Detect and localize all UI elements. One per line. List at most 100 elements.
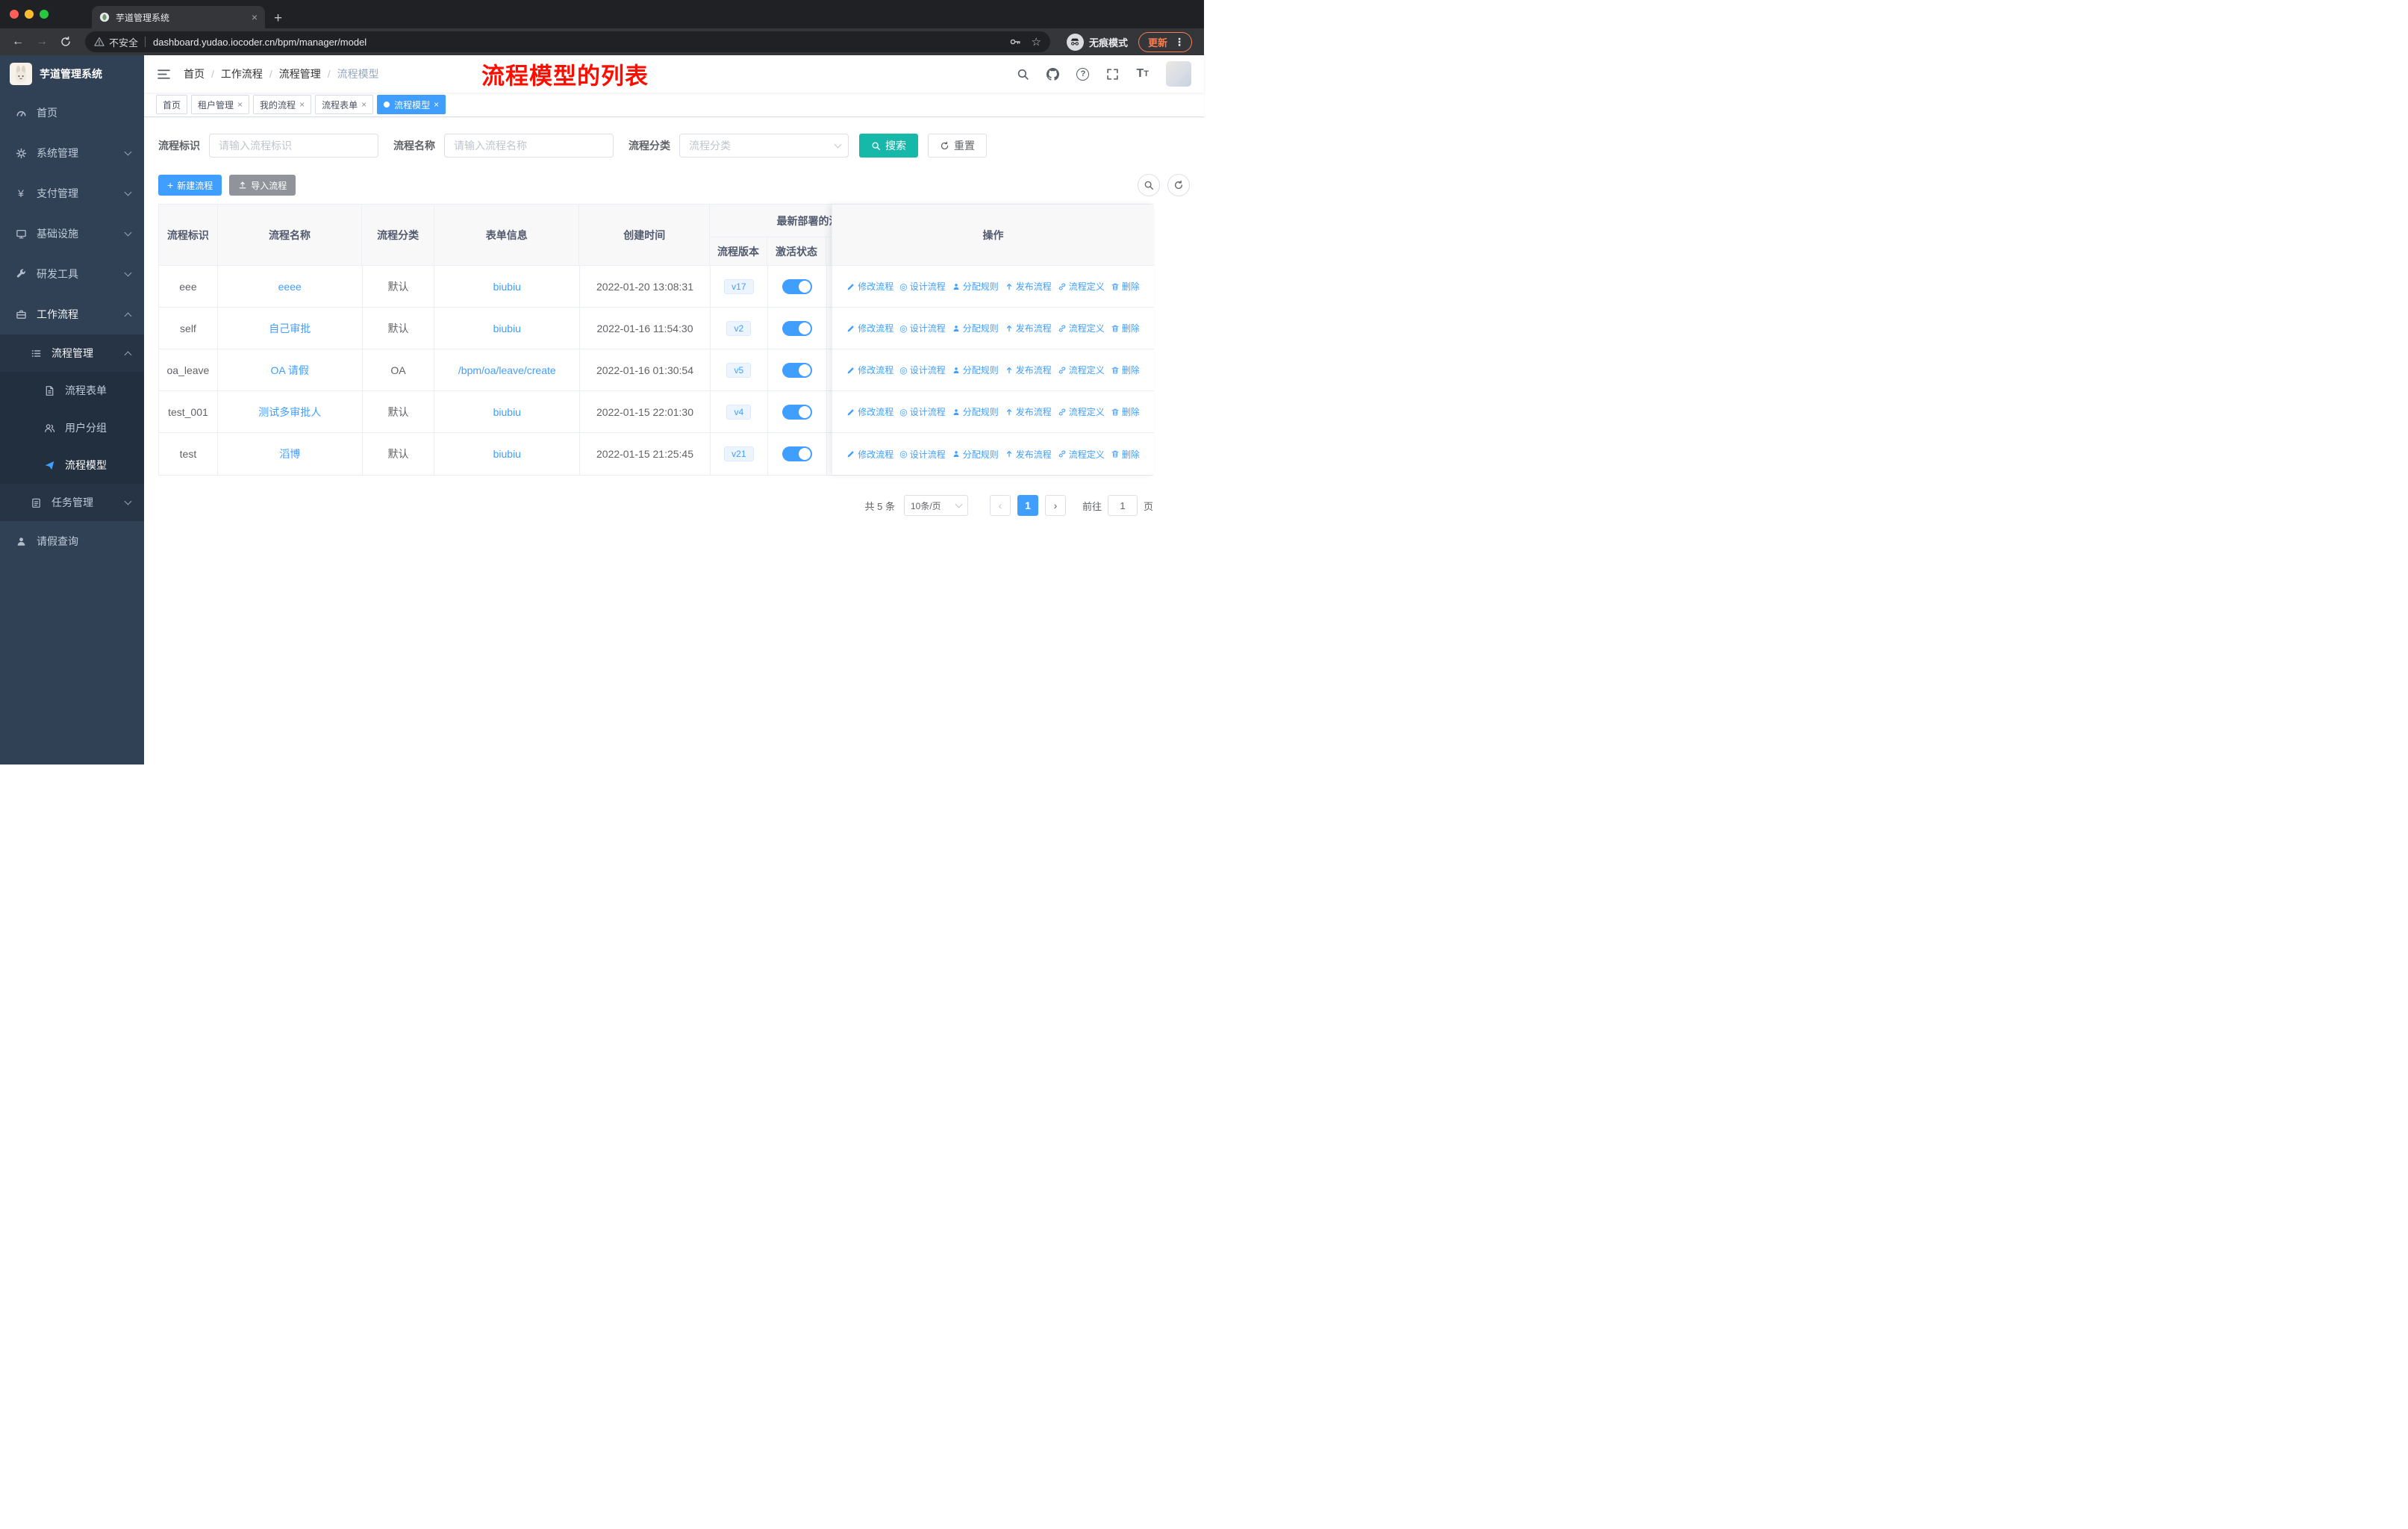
goto-page-input[interactable] [1107,495,1138,516]
sidebar-item-process-management[interactable]: 流程管理 [0,334,144,372]
toggle-search-button[interactable] [1138,174,1160,196]
delete-link[interactable]: 删除 [1111,364,1140,376]
bookmark-star-icon[interactable]: ☆ [1032,35,1041,49]
tag-tenant-management[interactable]: 租户管理 × [191,95,250,114]
process-name-link[interactable]: eeee [278,281,302,293]
publish-process-link[interactable]: 发布流程 [1005,405,1052,418]
tag-home[interactable]: 首页 [156,95,188,114]
browser-tab[interactable]: 芋道管理系统 × [92,6,265,28]
process-definition-link[interactable]: 流程定义 [1058,364,1105,376]
sidebar-item-leave-query[interactable]: 请假查询 [0,521,144,561]
tag-close-icon[interactable]: × [237,99,243,110]
hamburger-icon[interactable] [157,68,171,81]
delete-link[interactable]: 删除 [1111,405,1140,418]
active-toggle[interactable] [782,446,812,461]
process-definition-link[interactable]: 流程定义 [1058,405,1105,418]
delete-link[interactable]: 删除 [1111,280,1140,293]
sidebar-item-infrastructure[interactable]: 基础设施 [0,214,144,254]
sidebar-item-payment[interactable]: ¥ 支付管理 [0,173,144,214]
form-info-link[interactable]: biubiu [493,323,521,334]
assign-rule-link[interactable]: 分配规则 [952,280,999,293]
browser-menu-dots-icon[interactable]: ⋮ [1174,36,1185,49]
forward-button[interactable]: → [31,35,52,49]
font-size-icon[interactable]: TT [1136,68,1149,80]
form-info-link[interactable]: biubiu [493,281,521,293]
process-category-select[interactable]: 流程分类 [679,134,849,158]
edit-process-link[interactable]: 修改流程 [846,322,893,334]
page-number-1[interactable]: 1 [1017,495,1038,516]
sidebar-logo[interactable]: 芋道管理系统 [0,55,144,93]
form-info-link[interactable]: biubiu [493,448,521,460]
process-name-input[interactable] [444,134,614,158]
reload-button[interactable] [55,36,76,48]
import-process-button[interactable]: 导入流程 [229,175,296,196]
breadcrumb-workflow[interactable]: 工作流程 [221,66,263,81]
tag-process-model[interactable]: 流程模型 × [377,95,446,114]
form-info-link[interactable]: biubiu [493,406,521,418]
sidebar-item-devtools[interactable]: 研发工具 [0,254,144,294]
process-name-link[interactable]: 自己审批 [269,321,311,336]
delete-link[interactable]: 删除 [1111,448,1140,461]
design-process-link[interactable]: ◎ 设计流程 [899,405,946,418]
tag-close-icon[interactable]: × [434,99,439,110]
process-name-link[interactable]: 滔博 [279,446,300,461]
active-toggle[interactable] [782,320,812,336]
active-toggle[interactable] [782,362,812,378]
assign-rule-link[interactable]: 分配规则 [952,322,999,334]
create-process-button[interactable]: + 新建流程 [158,175,222,196]
close-window-button[interactable] [10,10,19,19]
process-definition-link[interactable]: 流程定义 [1058,280,1105,293]
sidebar-item-process-model[interactable]: 流程模型 [0,446,144,484]
process-definition-link[interactable]: 流程定义 [1058,322,1105,334]
next-page-button[interactable]: › [1044,495,1066,516]
sidebar-item-home[interactable]: 首页 [0,93,144,133]
publish-process-link[interactable]: 发布流程 [1005,448,1052,461]
sidebar-item-workflow[interactable]: 工作流程 [0,294,144,334]
search-button[interactable]: 搜索 [859,134,918,158]
edit-process-link[interactable]: 修改流程 [846,364,893,376]
sidebar-item-system[interactable]: 系统管理 [0,133,144,173]
process-key-input[interactable] [209,134,378,158]
assign-rule-link[interactable]: 分配规则 [952,364,999,376]
reset-button[interactable]: 重置 [928,134,987,158]
sidebar-item-task-management[interactable]: 任务管理 [0,484,144,521]
password-key-icon[interactable] [1009,36,1021,48]
breadcrumb-process-management[interactable]: 流程管理 [279,66,321,81]
assign-rule-link[interactable]: 分配规则 [952,448,999,461]
url-text[interactable]: dashboard.yudao.iocoder.cn/bpm/manager/m… [153,37,366,48]
security-label[interactable]: 不安全 [109,35,138,49]
prev-page-button[interactable]: ‹ [989,495,1011,516]
active-toggle[interactable] [782,404,812,420]
process-name-link[interactable]: OA 请假 [271,363,309,378]
help-icon[interactable]: ? [1076,67,1090,81]
form-info-link[interactable]: /bpm/oa/leave/create [458,364,556,376]
publish-process-link[interactable]: 发布流程 [1005,364,1052,376]
tag-close-icon[interactable]: × [299,99,305,110]
tab-close-icon[interactable]: × [252,11,258,23]
breadcrumb-home[interactable]: 首页 [184,66,205,81]
address-bar[interactable]: 不安全 dashboard.yudao.iocoder.cn/bpm/manag… [85,31,1050,52]
back-button[interactable]: ← [7,35,28,49]
tag-process-form[interactable]: 流程表单 × [315,95,374,114]
search-icon[interactable] [1017,68,1029,81]
sidebar-item-process-form[interactable]: 流程表单 [0,372,144,409]
design-process-link[interactable]: ◎ 设计流程 [899,280,946,293]
edit-process-link[interactable]: 修改流程 [846,448,893,461]
edit-process-link[interactable]: 修改流程 [846,405,893,418]
publish-process-link[interactable]: 发布流程 [1005,322,1052,334]
active-toggle[interactable] [782,278,812,294]
new-tab-button[interactable]: + [274,11,282,25]
security-warning-icon[interactable] [94,37,105,47]
process-name-link[interactable]: 测试多审批人 [258,405,321,420]
update-button[interactable]: 更新 ⋮ [1138,31,1192,52]
update-label[interactable]: 更新 [1148,35,1167,49]
user-avatar[interactable] [1166,61,1191,87]
publish-process-link[interactable]: 发布流程 [1005,280,1052,293]
refresh-table-button[interactable] [1167,174,1190,196]
process-definition-link[interactable]: 流程定义 [1058,448,1105,461]
assign-rule-link[interactable]: 分配规则 [952,405,999,418]
fullscreen-icon[interactable] [1106,68,1119,81]
tag-close-icon[interactable]: × [361,99,366,110]
design-process-link[interactable]: ◎ 设计流程 [899,364,946,376]
maximize-window-button[interactable] [40,10,49,19]
